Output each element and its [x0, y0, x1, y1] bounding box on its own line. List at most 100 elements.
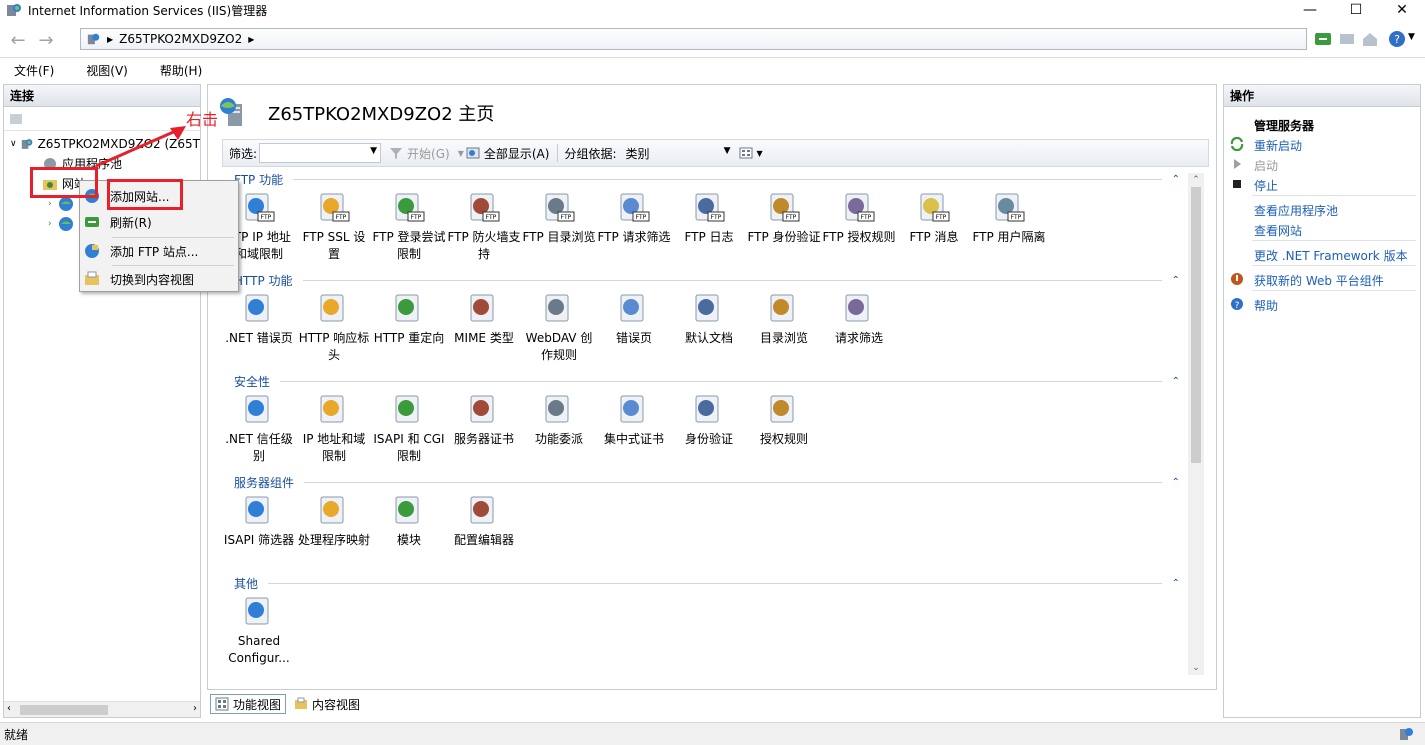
tab-features-view[interactable]: 功能视图	[210, 694, 287, 714]
feature-item[interactable]: 请求筛选	[822, 292, 896, 347]
feature-item[interactable]: 授权规则	[747, 393, 821, 448]
feature-item[interactable]: .NET 信任级别	[222, 393, 296, 465]
filter-input[interactable]: ▼	[259, 143, 382, 163]
globe-icon	[58, 217, 73, 231]
view-mode-dropdown-icon[interactable]: ▼	[757, 149, 763, 158]
action-view-app-pools[interactable]: 查看应用程序池	[1254, 202, 1338, 219]
feature-item[interactable]: 身份验证	[672, 393, 746, 448]
start-dropdown-icon[interactable]: ▼	[458, 149, 464, 158]
collapse-icon[interactable]: ⌃	[1172, 376, 1180, 387]
forward-button[interactable]: →	[34, 28, 58, 52]
scroll-left-icon[interactable]: ‹	[7, 703, 11, 714]
collapse-icon[interactable]: ⌃	[1172, 477, 1180, 488]
feature-item[interactable]: FTP FTP 目录浏览	[522, 191, 596, 246]
feature-item[interactable]: ISAPI 筛选器	[222, 494, 296, 549]
connections-horizontal-scrollbar[interactable]: ‹ ›	[4, 701, 200, 717]
start-button[interactable]: 开始(G)	[389, 145, 450, 162]
dropdown-arrow-icon[interactable]: ▼	[724, 146, 731, 156]
group-by-select[interactable]: 类别 ▼	[621, 143, 735, 163]
scroll-right-icon[interactable]: ›	[193, 703, 197, 714]
feature-icon	[320, 395, 344, 423]
feature-item[interactable]: FTP FTP 授权规则	[822, 191, 896, 246]
collapse-icon[interactable]: ⌃	[1172, 578, 1180, 589]
group-title: HTTP 功能	[234, 273, 293, 288]
view-mode-button[interactable]: ▼	[739, 146, 763, 160]
feature-item[interactable]: IP 地址和域限制	[297, 393, 371, 465]
page-title: Z65TPKO2MXD9ZO2 主页	[268, 104, 495, 125]
collapse-icon[interactable]: ⌃	[1172, 174, 1180, 185]
features-vertical-scrollbar[interactable]: ⌃ ⌄	[1188, 173, 1204, 675]
action-stop[interactable]: 停止	[1254, 177, 1278, 194]
group-other[interactable]: 其他 ⌃	[222, 575, 1192, 591]
feature-item[interactable]: 默认文档	[672, 292, 746, 347]
feature-item[interactable]: HTTP 响应标头	[297, 292, 371, 364]
feature-item[interactable]: 处理程序映射	[297, 494, 371, 549]
feature-item[interactable]: 集中式证书	[597, 393, 671, 448]
scroll-thumb[interactable]	[20, 705, 108, 715]
feature-item[interactable]: .NET 错误页	[222, 292, 296, 347]
home-icon[interactable]	[1361, 30, 1379, 48]
group-http[interactable]: HTTP 功能 ⌃	[222, 272, 1192, 288]
feature-label: 目录浏览	[759, 331, 808, 345]
feature-item[interactable]: 模块	[372, 494, 446, 549]
action-change-dotnet-version[interactable]: 更改 .NET Framework 版本	[1254, 247, 1408, 264]
feature-item[interactable]: FTP FTP 消息	[897, 191, 971, 246]
collapse-icon[interactable]: ⌃	[1172, 275, 1180, 286]
help-dropdown-icon[interactable]: ▼	[1408, 32, 1415, 42]
action-get-web-platform[interactable]: 获取新的 Web 平台组件	[1254, 272, 1384, 289]
breadcrumb-arrow-icon[interactable]: ▶	[248, 35, 254, 44]
feature-item[interactable]: Shared Configur...	[222, 595, 296, 667]
help-icon[interactable]: ?	[1388, 30, 1406, 48]
action-restart[interactable]: 重新启动	[1254, 137, 1302, 154]
address-bar[interactable]: ▶ Z65TPKO2MXD9ZO2 ▶	[80, 28, 1307, 50]
group-ftp[interactable]: FTP 功能 ⌃	[222, 171, 1192, 187]
feature-item[interactable]: MIME 类型	[447, 292, 521, 347]
feature-item[interactable]: FTP FTP 身份验证	[747, 191, 821, 246]
action-help[interactable]: 帮助	[1254, 297, 1278, 314]
minimize-button[interactable]: —	[1287, 0, 1333, 20]
feature-item[interactable]: FTP FTP 日志	[672, 191, 746, 246]
feature-item[interactable]: HTTP 重定向	[372, 292, 446, 347]
feature-item[interactable]: FTP FTP SSL 设置	[297, 191, 371, 263]
feature-item[interactable]: 服务器证书	[447, 393, 521, 448]
breadcrumb-arrow-icon[interactable]: ▶	[107, 35, 113, 44]
ctx-add-ftp-site[interactable]: 添加 FTP 站点...	[80, 238, 238, 264]
menu-file[interactable]: 文件(F)	[8, 60, 60, 81]
ctx-switch-content-view[interactable]: 切换到内容视图	[80, 266, 238, 292]
menu-help[interactable]: 帮助(H)	[154, 60, 208, 81]
feature-item[interactable]: ISAPI 和 CGI 限制	[372, 393, 446, 465]
show-all-button[interactable]: 全部显示(A)	[466, 145, 549, 162]
feature-item[interactable]: FTP FTP 防火墙支持	[447, 191, 521, 263]
annotation-arrow-icon	[95, 126, 186, 168]
feature-item[interactable]: 配置编辑器	[447, 494, 521, 549]
feature-item[interactable]: 功能委派	[522, 393, 596, 448]
stop-icon[interactable]	[1338, 30, 1356, 48]
feature-item[interactable]: FTP FTP 请求筛选	[597, 191, 671, 246]
tab-label: 内容视图	[312, 697, 361, 712]
scroll-thumb[interactable]	[1191, 187, 1201, 463]
feature-icon	[545, 395, 569, 423]
group-security[interactable]: 安全性 ⌃	[222, 373, 1192, 389]
ctx-refresh[interactable]: 刷新(R)	[80, 209, 238, 235]
feature-item[interactable]: 目录浏览	[747, 292, 821, 347]
feature-item[interactable]: 错误页	[597, 292, 671, 347]
action-view-sites[interactable]: 查看网站	[1254, 222, 1302, 239]
scroll-down-icon[interactable]: ⌄	[1188, 661, 1204, 675]
maximize-button[interactable]: ☐	[1333, 0, 1379, 20]
feature-item[interactable]: WebDAV 创作规则	[522, 292, 596, 364]
menu-view[interactable]: 视图(V)	[80, 60, 134, 81]
feature-item[interactable]: FTP FTP 登录尝试限制	[372, 191, 446, 263]
refresh-icon[interactable]	[1314, 30, 1332, 48]
close-button[interactable]: ✕	[1379, 0, 1425, 20]
group-server-components[interactable]: 服务器组件 ⌃	[222, 474, 1192, 490]
tree-node-site-2[interactable]: ›	[48, 215, 78, 233]
scroll-up-icon[interactable]: ⌃	[1188, 173, 1204, 187]
breadcrumb-server[interactable]: Z65TPKO2MXD9ZO2	[119, 32, 242, 46]
expand-collapse-icon[interactable]: ∨	[10, 135, 17, 153]
dropdown-arrow-icon[interactable]: ▼	[370, 146, 377, 156]
tab-content-view[interactable]: 内容视图	[290, 694, 364, 714]
save-connections-icon[interactable]	[8, 111, 24, 127]
back-button[interactable]: ←	[6, 28, 30, 52]
feature-item[interactable]: FTP FTP 用户隔离	[972, 191, 1046, 246]
expand-icon[interactable]: ›	[48, 215, 52, 233]
